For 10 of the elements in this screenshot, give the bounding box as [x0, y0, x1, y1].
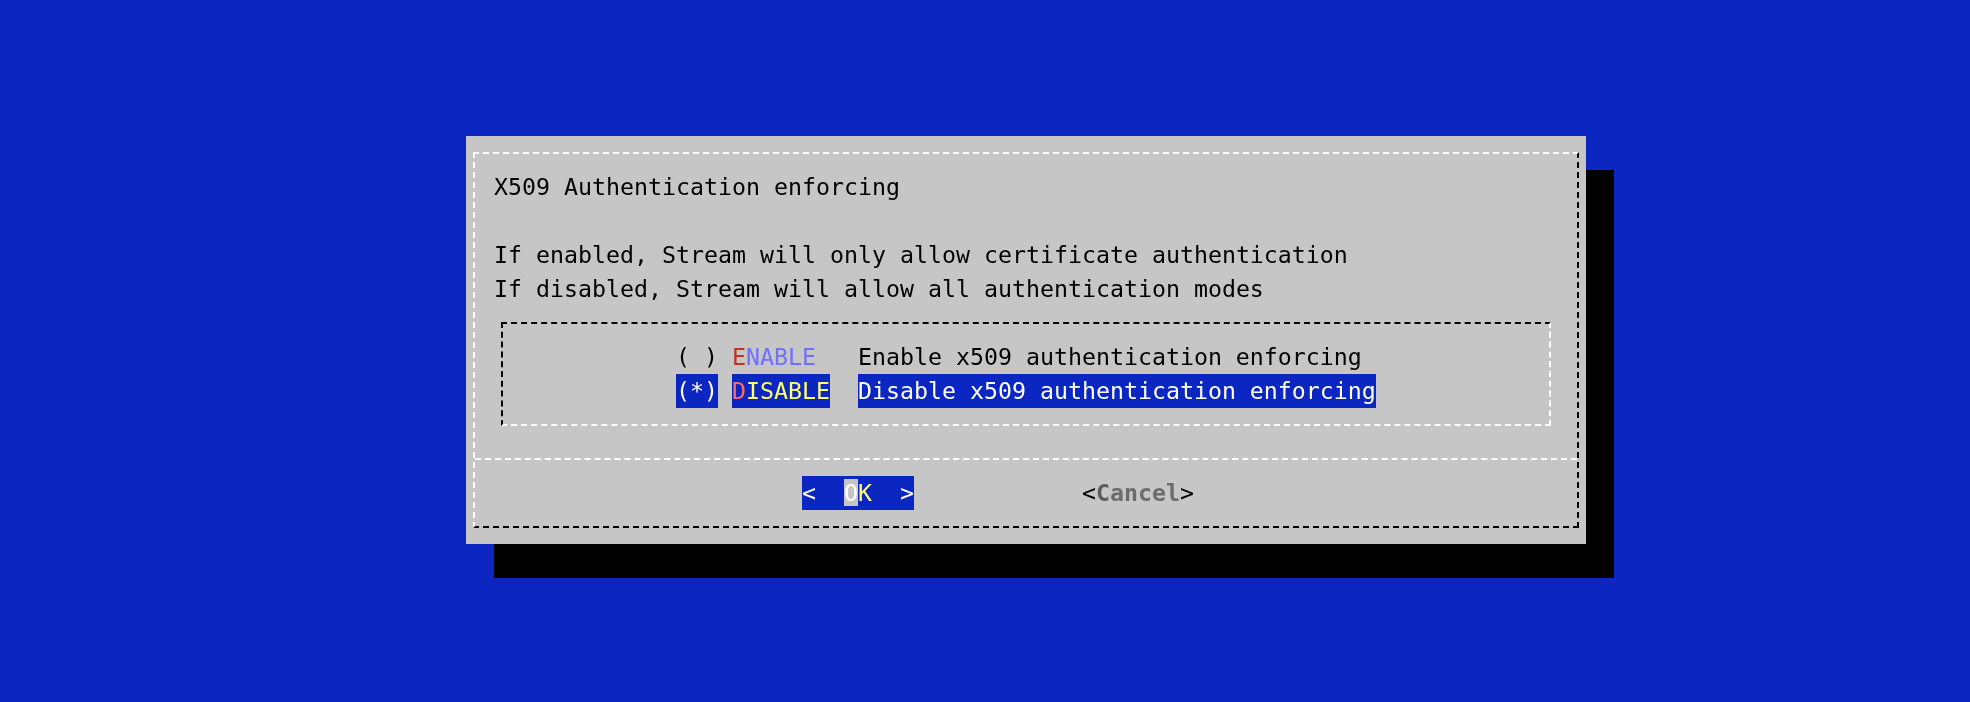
- message-text: If enabled, Stream will only allow certificate authentication: [493, 240, 1348, 270]
- option-description[interactable]: Disable x509 authentication enforcing: [857, 374, 1376, 408]
- message-text: If disabled, Stream will allow all authentication modes: [493, 274, 1264, 304]
- dialog-button[interactable]: < OK >: [802, 476, 914, 510]
- radio-button[interactable]: (*): [676, 374, 718, 408]
- option-tag[interactable]: DISABLE: [732, 374, 830, 408]
- option-description[interactable]: Enable x509 authentication enforcing: [857, 340, 1362, 374]
- radio-button[interactable]: ( ): [676, 340, 718, 374]
- dialog-button[interactable]: <Cancel>: [1081, 476, 1194, 510]
- dialog-title: X509 Authentication enforcing: [493, 172, 900, 202]
